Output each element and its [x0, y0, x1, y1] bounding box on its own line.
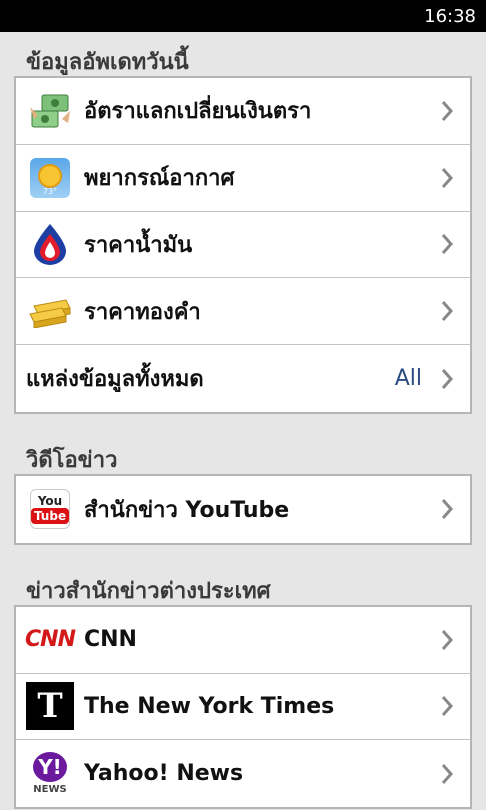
chevron-right-icon	[434, 627, 460, 653]
cnn-logo-text: CNN	[25, 627, 76, 653]
chevron-right-icon	[434, 496, 460, 522]
section-title-video: วิดีโอข่าว	[26, 447, 118, 473]
list-item-all-sources[interactable]: แหล่งข้อมูลทั้งหมด All	[16, 345, 470, 412]
nyt-label: The New York Times	[84, 693, 335, 719]
chevron-right-icon	[434, 98, 460, 124]
money-exchange-icon	[26, 87, 74, 135]
list-item-oil-price[interactable]: ราคาน้ำมัน	[16, 212, 470, 279]
status-bar: 16:38	[0, 0, 486, 32]
cnn-label: CNN	[84, 627, 137, 653]
youtube-label: สำนักข่าว YouTube	[84, 497, 290, 523]
list-item-yahoo-news[interactable]: Y! NEWS Yahoo! News	[16, 740, 470, 807]
foreign-group: CNN CNN T The New York Times Y! NEWS Yah…	[14, 604, 472, 810]
yahoo-logo-news: NEWS	[33, 784, 67, 796]
list-item-gold-price[interactable]: ราคาทองคำ	[16, 278, 470, 346]
all-sources-value: All	[394, 366, 422, 392]
list-item-exchange-rate[interactable]: อัตราแลกเปลี่ยนเงินตรา	[16, 78, 470, 145]
youtube-logo-you: You	[37, 494, 63, 509]
weather-icon: 73°	[26, 154, 74, 202]
chevron-right-icon	[434, 298, 460, 324]
chevron-right-icon	[434, 693, 460, 719]
exchange-rate-label: อัตราแลกเปลี่ยนเงินตรา	[84, 99, 312, 125]
video-group: You Tube สำนักข่าว YouTube	[14, 473, 472, 545]
oil-drop-icon	[26, 220, 74, 268]
yahoo-logo-y: Y!	[33, 752, 67, 783]
yahoo-news-label: Yahoo! News	[84, 761, 244, 787]
weather-label: พยากรณ์อากาศ	[84, 166, 235, 192]
oil-price-label: ราคาน้ำมัน	[84, 232, 193, 258]
nyt-logo-icon: T	[26, 682, 74, 731]
gold-price-label: ราคาทองคำ	[84, 299, 201, 325]
gold-bar-icon	[26, 287, 74, 335]
chevron-right-icon	[434, 231, 460, 257]
nyt-logo-letter: T	[26, 682, 74, 731]
today-group: อัตราแลกเปลี่ยนเงินตรา 73° พยากรณ์อากาศ	[14, 76, 472, 414]
cnn-logo-icon: CNN	[25, 616, 76, 664]
youtube-icon: You Tube	[26, 485, 74, 533]
chevron-right-icon	[434, 165, 460, 191]
chevron-right-icon	[434, 761, 460, 787]
status-time: 16:38	[424, 5, 476, 27]
section-title-today: ข้อมูลอัพเดทวันนี้	[26, 50, 189, 75]
yahoo-logo-icon: Y! NEWS	[26, 750, 74, 798]
section-title-foreign: ข่าวสำนักข่าวต่างประเทศ	[26, 578, 271, 604]
all-sources-label: แหล่งข้อมูลทั้งหมด	[26, 367, 204, 393]
weather-temp: 73°	[43, 187, 57, 196]
list-item-weather[interactable]: 73° พยากรณ์อากาศ	[16, 145, 470, 212]
list-item-nyt[interactable]: T The New York Times	[16, 674, 470, 741]
list-item-youtube[interactable]: You Tube สำนักข่าว YouTube	[16, 476, 470, 543]
list-item-cnn[interactable]: CNN CNN	[16, 607, 470, 674]
youtube-logo-tube: Tube	[31, 508, 69, 525]
chevron-right-icon	[434, 366, 460, 392]
